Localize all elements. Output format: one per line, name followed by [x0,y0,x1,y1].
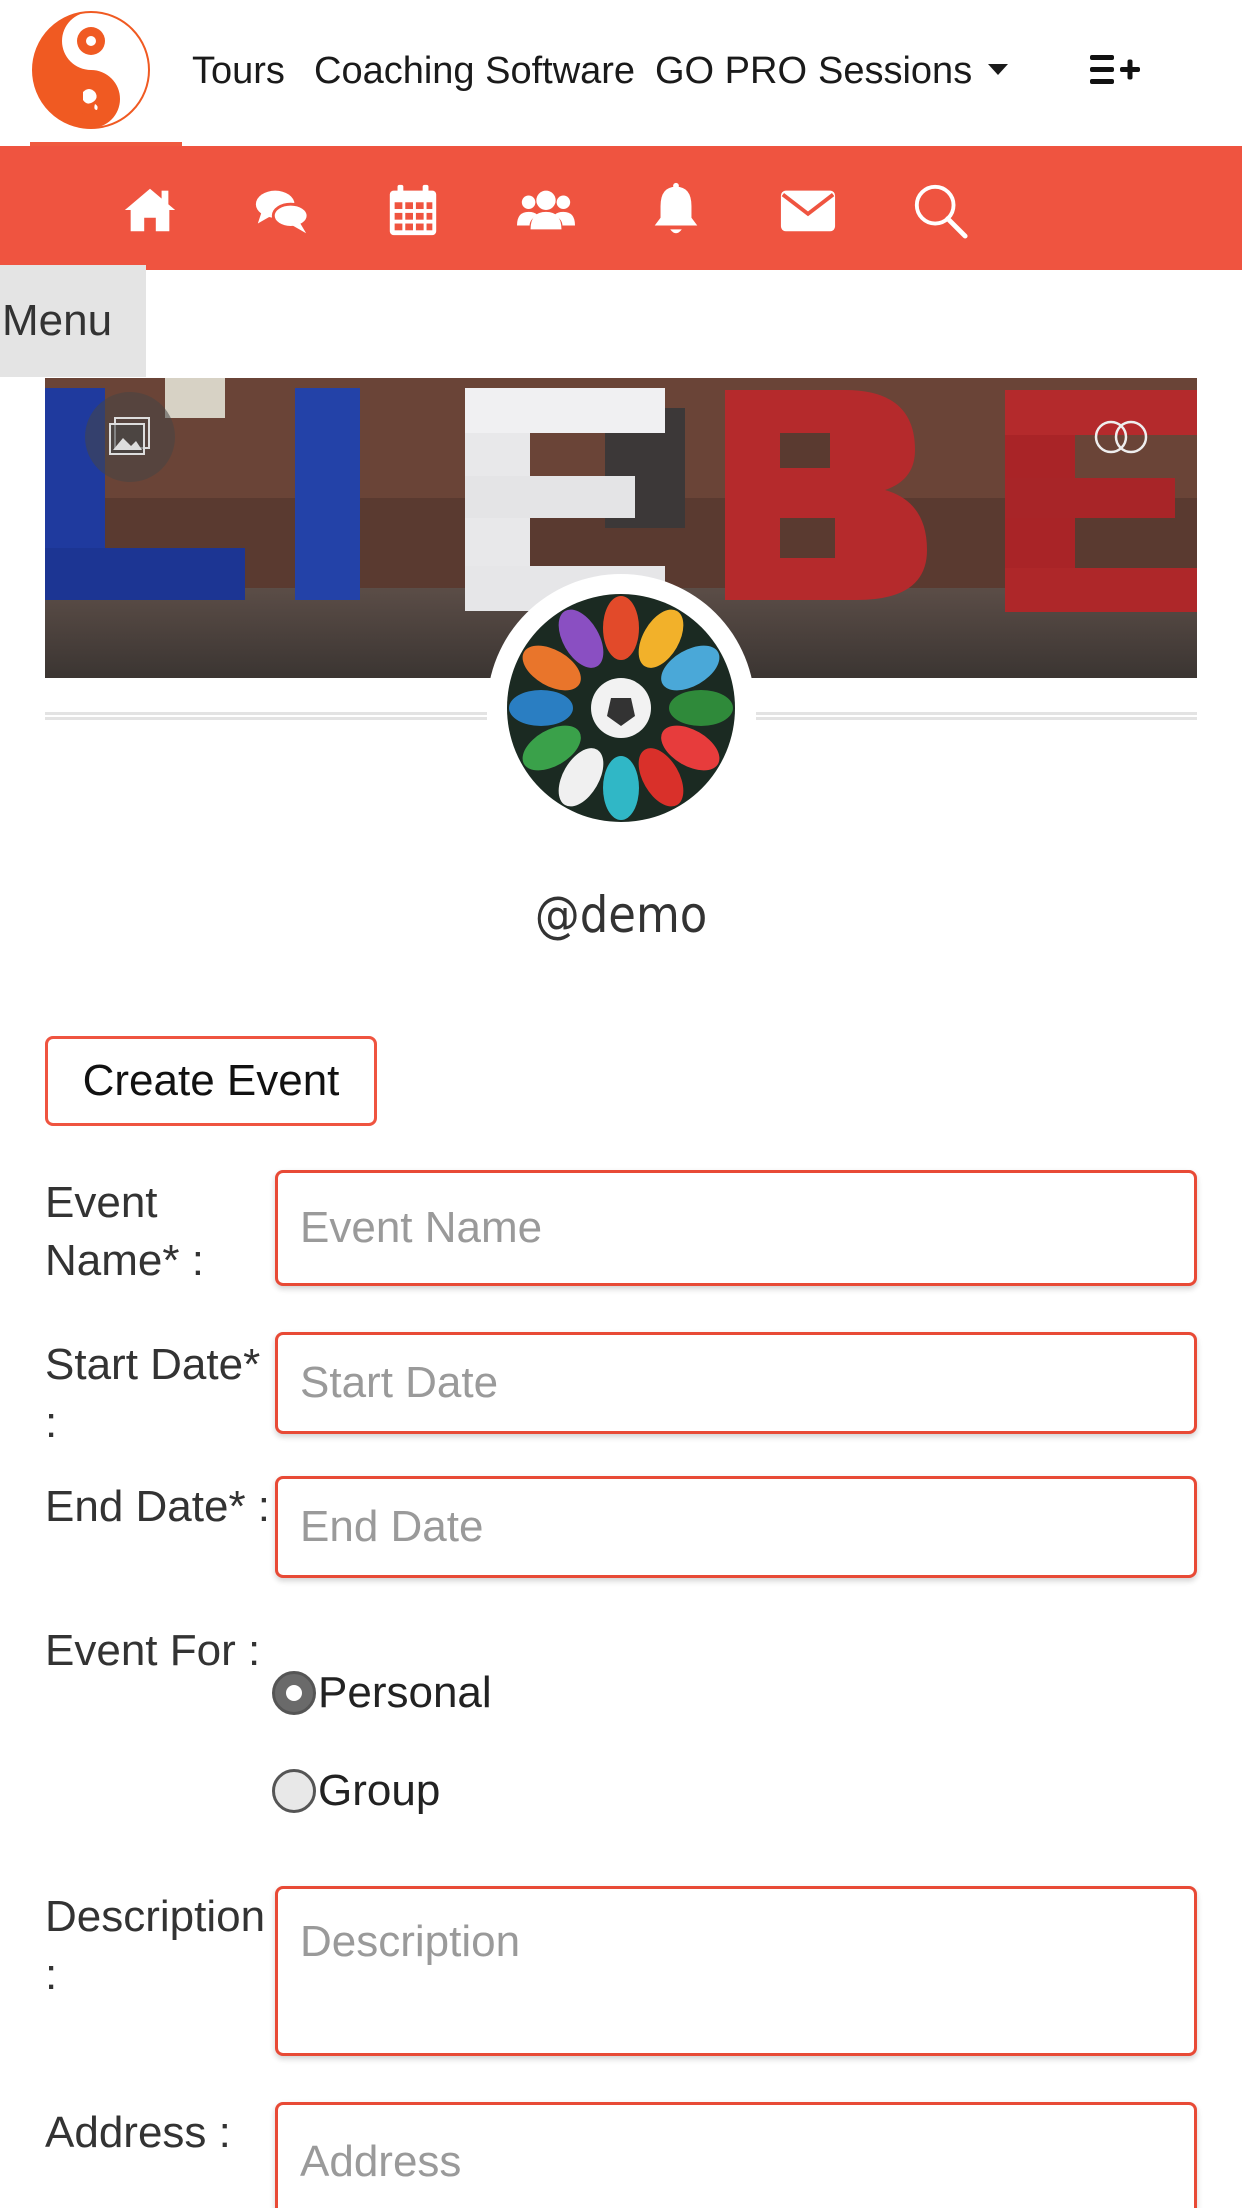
users-icon[interactable] [516,180,576,240]
avatar-image [507,594,735,822]
nav-tours-link[interactable]: Tours [192,48,285,94]
change-cover-image-icon[interactable] [85,392,175,482]
event-for-personal-option[interactable]: Personal [272,1668,492,1718]
start-date-label: Start Date* : [45,1340,261,1447]
site-logo[interactable] [31,10,151,130]
toggle-icon[interactable] [1093,418,1151,456]
side-menu-toggle[interactable]: Menu [0,265,146,377]
search-icon[interactable] [910,180,970,240]
calendar-icon[interactable] [383,180,443,240]
personal-radio-label: Personal [318,1668,492,1717]
group-radio-label: Group [318,1766,441,1815]
end-date-label: End Date* : [45,1482,271,1531]
end-date-input[interactable]: End Date [275,1476,1197,1578]
profile-username: @demo [534,886,708,944]
nav-sessions-label: Sessions [818,50,973,92]
address-label: Address : [45,2108,231,2157]
personal-radio[interactable] [272,1671,316,1715]
profile-separator-left [45,712,487,720]
create-event-button[interactable]: Create Event [45,1036,377,1126]
chat-icon[interactable] [251,180,311,240]
profile-separator-right [756,712,1197,720]
nav-sessions-dropdown[interactable]: Sessions [818,48,1009,94]
event-for-label: Event For : [45,1626,261,1675]
bell-icon[interactable] [646,180,706,240]
profile-avatar[interactable] [487,574,755,842]
top-navbar: Tours Coaching Software GO PRO Sessions [0,0,1242,146]
description-label: Description : [45,1892,266,1999]
event-for-group-option[interactable]: Group [272,1766,440,1816]
event-name-label: Event Name* : [45,1178,204,1285]
menu-plus-icon[interactable] [1090,50,1142,90]
envelope-icon[interactable] [778,180,838,240]
nav-go-pro-link[interactable]: GO PRO [655,48,807,94]
address-input[interactable]: Address [275,2102,1197,2208]
nav-coaching-software-link[interactable]: Coaching Software [314,48,635,94]
group-radio[interactable] [272,1769,316,1813]
caret-down-icon [988,64,1009,76]
description-textarea[interactable]: Description [275,1886,1197,2056]
start-date-input[interactable]: Start Date [275,1332,1197,1434]
home-icon[interactable] [120,180,180,240]
event-name-input[interactable]: Event Name [275,1170,1197,1286]
icon-toolbar [0,146,1242,270]
